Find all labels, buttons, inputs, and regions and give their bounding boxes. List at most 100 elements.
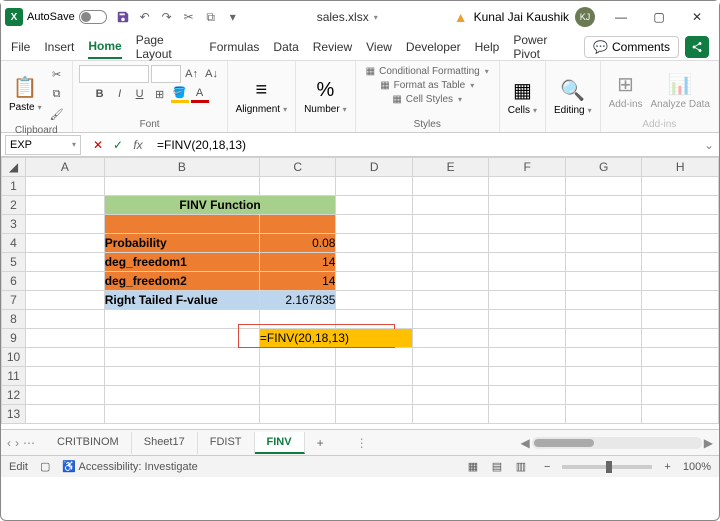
row-header[interactable]: 2 [2,196,26,215]
page-layout-view-button[interactable]: ▤ [486,458,508,476]
tab-page-layout[interactable]: Page Layout [136,29,196,65]
autosave-toggle[interactable]: AutoSave [27,10,107,24]
conditional-formatting-button[interactable]: ▦Conditional Formatting▾ [362,65,493,78]
col-header-F[interactable]: F [489,158,566,177]
scroll-left-button[interactable]: ◀ [521,436,530,450]
tab-review[interactable]: Review [313,36,352,58]
save-icon[interactable] [115,9,131,25]
cell-C4[interactable]: 0.08 [259,234,336,253]
copy-icon[interactable]: ⧉ [203,9,219,25]
cancel-formula-button[interactable]: ✕ [89,136,107,154]
enter-formula-button[interactable]: ✓ [109,136,127,154]
zoom-out-button[interactable]: − [544,461,550,473]
macro-record-icon[interactable]: ▢ [40,460,50,473]
tab-data[interactable]: Data [273,36,298,58]
row-header[interactable]: 9 [2,329,26,348]
dropdown-icon[interactable]: ▾ [225,9,241,25]
cut-icon[interactable]: ✂ [181,9,197,25]
tab-developer[interactable]: Developer [406,36,461,58]
sheet-nav-more[interactable]: ⋯ [23,436,35,450]
row-header[interactable]: 5 [2,253,26,272]
scroll-right-button[interactable]: ▶ [704,436,713,450]
toggle-off-icon[interactable] [79,10,107,24]
fx-button[interactable]: fx [129,136,147,154]
tab-insert[interactable]: Insert [44,36,74,58]
row-header[interactable]: 4 [2,234,26,253]
underline-button[interactable]: U [131,85,149,103]
tab-file[interactable]: File [11,36,30,58]
cell-B7[interactable]: Right Tailed F-value [104,291,259,310]
font-size-select[interactable] [151,65,181,83]
undo-icon[interactable]: ↶ [137,9,153,25]
copy-button[interactable]: ⧉ [48,85,66,103]
maximize-button[interactable]: ▢ [641,3,677,31]
name-box[interactable]: EXP ▾ [5,135,81,155]
border-button[interactable]: ⊞ [151,85,169,103]
row-header[interactable]: 13 [2,405,26,424]
row-header[interactable]: 6 [2,272,26,291]
formula-input[interactable] [151,138,699,152]
col-header-G[interactable]: G [565,158,642,177]
cell-C6[interactable]: 14 [259,272,336,291]
sheet-nav-prev[interactable]: ‹ [7,436,11,450]
tab-help[interactable]: Help [475,36,500,58]
sheet-tab-fdist[interactable]: FDIST [198,432,255,454]
increase-font-button[interactable]: A↑ [183,65,201,83]
col-header-H[interactable]: H [642,158,719,177]
col-header-E[interactable]: E [412,158,489,177]
redo-icon[interactable]: ↷ [159,9,175,25]
tab-formulas[interactable]: Formulas [209,36,259,58]
paste-button[interactable]: 📋 Paste▾ [7,73,44,115]
row-header[interactable]: 12 [2,386,26,405]
editing-button[interactable]: 🔍 Editing▾ [552,76,594,118]
row-header[interactable]: 11 [2,367,26,386]
page-break-view-button[interactable]: ▥ [510,458,532,476]
zoom-in-button[interactable]: + [664,461,670,473]
font-color-button[interactable]: A [191,85,209,103]
cell-B6[interactable]: deg_freedom2 [104,272,259,291]
col-header-A[interactable]: A [26,158,105,177]
minimize-button[interactable]: — [603,3,639,31]
select-all-button[interactable]: ◢ [2,158,26,177]
cell-B3[interactable] [104,215,259,234]
worksheet-grid[interactable]: ◢ A B C D E F G H 1 2FINV Function 3 4Pr… [1,157,719,429]
font-family-select[interactable] [79,65,149,83]
cell-styles-button[interactable]: ▦Cell Styles▾ [388,93,466,106]
zoom-slider[interactable] [562,465,652,469]
col-header-D[interactable]: D [336,158,413,177]
sheet-tab-critbinom[interactable]: CRITBINOM [45,432,132,454]
cell-C7[interactable]: 2.167835 [259,291,336,310]
add-sheet-button[interactable]: + [307,432,334,454]
cut-button[interactable]: ✂ [48,65,66,83]
row-header[interactable]: 1 [2,177,26,196]
addins-button[interactable]: ⊞ Add-ins [607,70,645,112]
close-button[interactable]: ✕ [679,3,715,31]
cells-button[interactable]: ▦ Cells▾ [506,76,539,118]
row-header[interactable]: 10 [2,348,26,367]
tab-home[interactable]: Home [88,35,121,59]
normal-view-button[interactable]: ▦ [462,458,484,476]
expand-formula-bar-button[interactable]: ⌄ [699,138,719,152]
warning-icon[interactable]: ▲ [454,9,468,25]
sheet-tab-sheet17[interactable]: Sheet17 [132,432,198,454]
italic-button[interactable]: I [111,85,129,103]
cell-C3[interactable] [259,215,336,234]
fill-color-button[interactable]: 🪣 [171,85,189,103]
format-as-table-button[interactable]: ▦Format as Table▾ [376,79,478,92]
decrease-font-button[interactable]: A↓ [203,65,221,83]
row-header[interactable]: 3 [2,215,26,234]
horizontal-scrollbar[interactable] [532,437,702,449]
share-button[interactable] [685,36,709,58]
bold-button[interactable]: B [91,85,109,103]
alignment-button[interactable]: ≡ Alignment▾ [234,77,289,117]
col-header-C[interactable]: C [259,158,336,177]
row-header[interactable]: 7 [2,291,26,310]
tab-view[interactable]: View [366,36,392,58]
cell-C9-editing[interactable]: =FINV(20,18,13) [259,329,412,348]
avatar[interactable]: KJ [575,7,595,27]
sheet-nav-next[interactable]: › [15,436,19,450]
row-header[interactable]: 8 [2,310,26,329]
cell-B2[interactable]: FINV Function [104,196,336,215]
analyze-data-button[interactable]: 📊 Analyze Data [649,70,712,112]
cell-B5[interactable]: deg_freedom1 [104,253,259,272]
